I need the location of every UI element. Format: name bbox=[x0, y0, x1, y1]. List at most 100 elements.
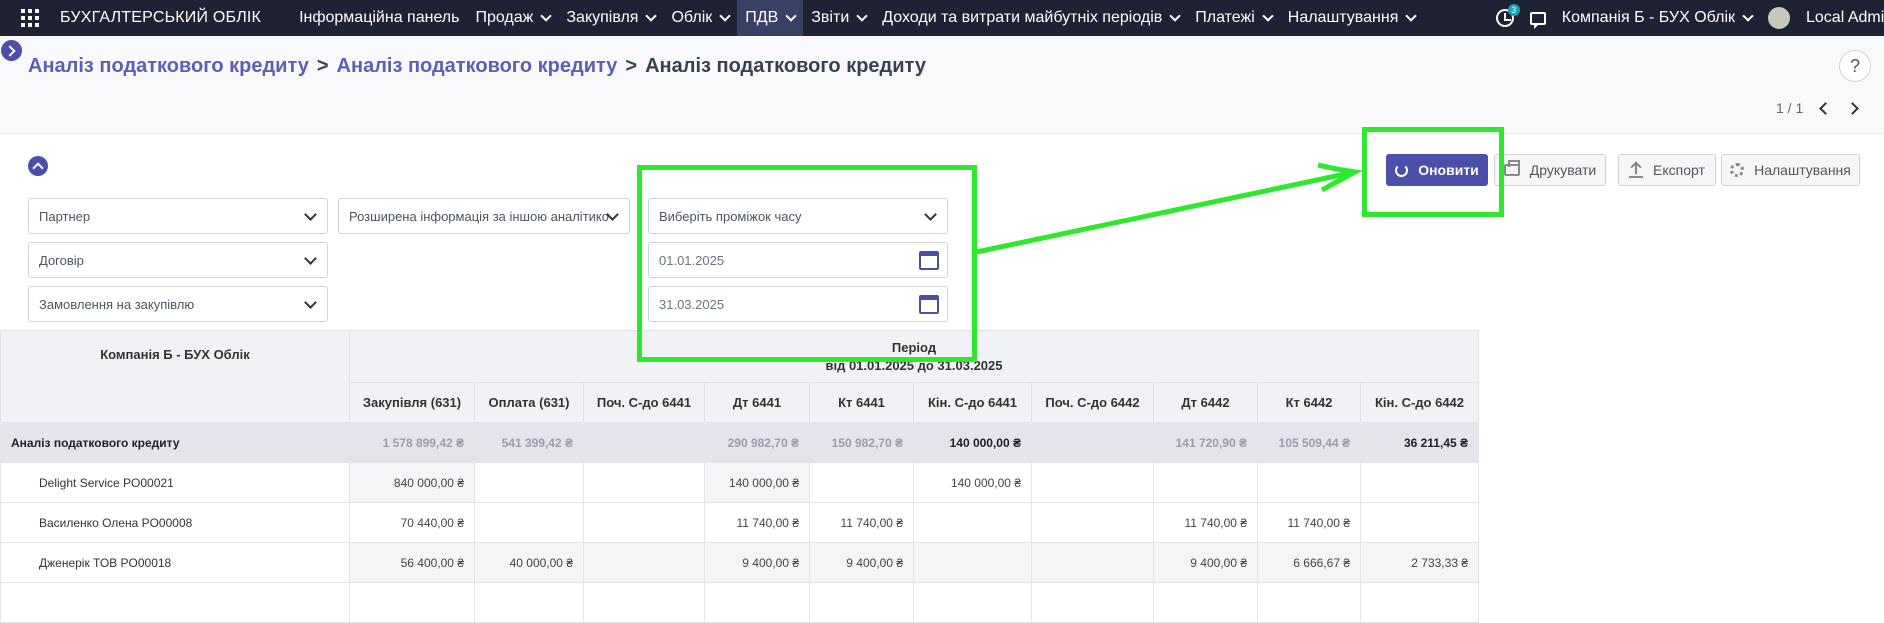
table-cell: 1 578 899,42 ₴ bbox=[349, 422, 475, 463]
breadcrumb-link[interactable]: Аналіз податкового кредиту bbox=[28, 55, 309, 78]
top-navbar: БУХГАЛТЕРСЬКИЙ ОБЛІК Інформаційна панель… bbox=[0, 0, 1884, 36]
purchase-order-select[interactable]: Замовлення на закупівлю bbox=[28, 286, 328, 322]
table-cell bbox=[583, 462, 705, 503]
menu-item-accounting[interactable]: Облік bbox=[663, 0, 737, 36]
menu-item-payments[interactable]: Платежі bbox=[1187, 0, 1280, 36]
table-cell: 541 399,42 ₴ bbox=[474, 422, 584, 463]
menu-item-sales[interactable]: Продаж bbox=[467, 0, 558, 36]
table-cell: 2 733,33 ₴ bbox=[1360, 542, 1479, 583]
table-cell: 11 740,00 ₴ bbox=[1257, 502, 1361, 543]
collapse-filters-icon[interactable] bbox=[28, 156, 48, 176]
table-cell bbox=[1031, 462, 1154, 503]
table-cell: 11 740,00 ₴ bbox=[1153, 502, 1258, 543]
company-name: Компанія Б - БУХ Облік bbox=[1561, 9, 1735, 26]
table-corner-header: Компанія Б - БУХ Облік bbox=[0, 330, 350, 423]
menu-item-reports[interactable]: Звіти bbox=[803, 0, 874, 36]
table-row[interactable]: Дженерік ТОВ PO00018 56 400,00 ₴ 40 000,… bbox=[0, 542, 1479, 583]
pager-value[interactable]: 1 / 1 bbox=[1776, 100, 1803, 116]
column-header[interactable]: Поч. С-до 6441 bbox=[583, 382, 705, 423]
column-header[interactable]: Поч. С-до 6442 bbox=[1031, 382, 1154, 423]
table-cell bbox=[809, 462, 914, 503]
menu-item-label: Облік bbox=[671, 9, 713, 26]
table-cell bbox=[704, 582, 810, 623]
sidebar-toggle-icon[interactable] bbox=[1, 40, 22, 61]
menu-item-dashboard[interactable]: Інформаційна панель bbox=[291, 0, 467, 36]
settings-button[interactable]: Налаштування bbox=[1721, 154, 1860, 186]
column-header[interactable]: Закупівля (631) bbox=[349, 382, 475, 423]
partner-select[interactable]: Партнер bbox=[28, 198, 328, 234]
print-button[interactable]: Друкувати bbox=[1494, 154, 1606, 186]
app-brand[interactable]: БУХГАЛТЕРСЬКИЙ ОБЛІК bbox=[60, 9, 291, 27]
report-table: Компанія Б - БУХ Облік Період від 01.01.… bbox=[0, 330, 1479, 623]
avatar[interactable] bbox=[1768, 7, 1790, 29]
chevron-down-icon bbox=[645, 10, 658, 22]
row-label bbox=[0, 582, 350, 623]
chevron-down-icon bbox=[1169, 10, 1181, 22]
select-value: Договір bbox=[39, 252, 84, 268]
menu-item-purchases[interactable]: Закупівля bbox=[558, 0, 663, 36]
chevron-down-icon bbox=[856, 10, 868, 22]
main-menu: Інформаційна панель Продаж Закупівля Обл… bbox=[291, 0, 1423, 36]
help-button[interactable]: ? bbox=[1839, 50, 1871, 82]
table-cell bbox=[474, 462, 584, 503]
table-cell bbox=[1360, 582, 1479, 623]
chevron-down-icon bbox=[785, 10, 797, 22]
table-cell bbox=[583, 542, 705, 583]
table-cell bbox=[583, 582, 705, 623]
breadcrumb-separator: > bbox=[316, 55, 329, 77]
chevron-down-icon bbox=[304, 252, 317, 265]
menu-item-label: Закупівля bbox=[566, 9, 639, 26]
table-cell bbox=[1031, 542, 1154, 583]
column-header[interactable]: Дт 6442 bbox=[1153, 382, 1258, 423]
table-row[interactable]: Василенко Олена PO00008 70 440,00 ₴ 11 7… bbox=[0, 502, 1479, 543]
company-switcher[interactable]: Компанія Б - БУХ Облік bbox=[1561, 9, 1754, 27]
table-total-row[interactable]: Аналіз податкового кредиту 1 578 899,42 … bbox=[0, 422, 1479, 463]
table-cell bbox=[809, 582, 914, 623]
gear-icon bbox=[1730, 163, 1745, 177]
extended-analytics-select[interactable]: Розширена інформація за іншою аналітико bbox=[338, 198, 630, 234]
control-panel bbox=[0, 36, 1884, 134]
export-button[interactable]: Експорт bbox=[1618, 154, 1716, 186]
table-cell bbox=[1257, 582, 1361, 623]
user-menu[interactable]: Local Admin bbox=[1806, 9, 1884, 27]
row-label: Delight Service PO00021 bbox=[0, 462, 350, 503]
contract-select[interactable]: Договір bbox=[28, 242, 328, 278]
column-header[interactable]: Дт 6441 bbox=[704, 382, 810, 423]
chevron-down-icon bbox=[1405, 10, 1418, 22]
menu-item-vat[interactable]: ПДВ bbox=[737, 0, 804, 36]
column-header[interactable]: Оплата (631) bbox=[474, 382, 584, 423]
select-value: Замовлення на закупівлю bbox=[39, 296, 195, 312]
table-cell bbox=[583, 502, 705, 543]
table-row[interactable] bbox=[0, 582, 1479, 623]
button-label: Налаштування bbox=[1754, 162, 1851, 178]
annotation-box-refresh bbox=[1362, 127, 1504, 217]
table-cell bbox=[1257, 462, 1361, 503]
activity-clock-icon[interactable]: 3 bbox=[1495, 4, 1520, 27]
table-cell bbox=[913, 502, 1032, 543]
page-title: Аналіз податкового кредиту bbox=[645, 55, 926, 77]
menu-item-label: Платежі bbox=[1195, 9, 1255, 26]
column-header[interactable]: Кін. С-до 6442 bbox=[1360, 382, 1479, 423]
button-label: Експорт bbox=[1653, 162, 1705, 178]
table-cell: 140 000,00 ₴ bbox=[913, 422, 1032, 463]
column-header[interactable]: Кт 6441 bbox=[809, 382, 914, 423]
table-cell bbox=[1360, 502, 1479, 543]
annotation-arrow-head bbox=[1317, 162, 1364, 193]
table-cell: 11 740,00 ₴ bbox=[809, 502, 914, 543]
pager-previous-icon[interactable] bbox=[1819, 101, 1833, 115]
select-value: Партнер bbox=[39, 208, 91, 224]
menu-item-settings[interactable]: Налаштування bbox=[1280, 0, 1424, 36]
chat-icon[interactable] bbox=[1529, 11, 1546, 29]
breadcrumb-link[interactable]: Аналіз податкового кредиту bbox=[337, 55, 618, 78]
table-cell: 141 720,90 ₴ bbox=[1153, 422, 1258, 463]
table-cell bbox=[1153, 462, 1258, 503]
table-row[interactable]: Delight Service PO00021 840 000,00 ₴ 140… bbox=[0, 462, 1479, 503]
table-cell bbox=[583, 422, 705, 463]
apps-menu-icon[interactable] bbox=[0, 0, 60, 36]
select-value: Розширена інформація за іншою аналітико bbox=[349, 208, 609, 224]
column-header[interactable]: Кт 6442 bbox=[1257, 382, 1361, 423]
column-header[interactable]: Кін. С-до 6441 bbox=[913, 382, 1032, 423]
menu-item-deferred[interactable]: Доходи та витрати майбутніх періодів bbox=[874, 0, 1187, 36]
pager-next-icon[interactable] bbox=[1846, 101, 1860, 115]
chevron-down-icon bbox=[540, 10, 553, 22]
